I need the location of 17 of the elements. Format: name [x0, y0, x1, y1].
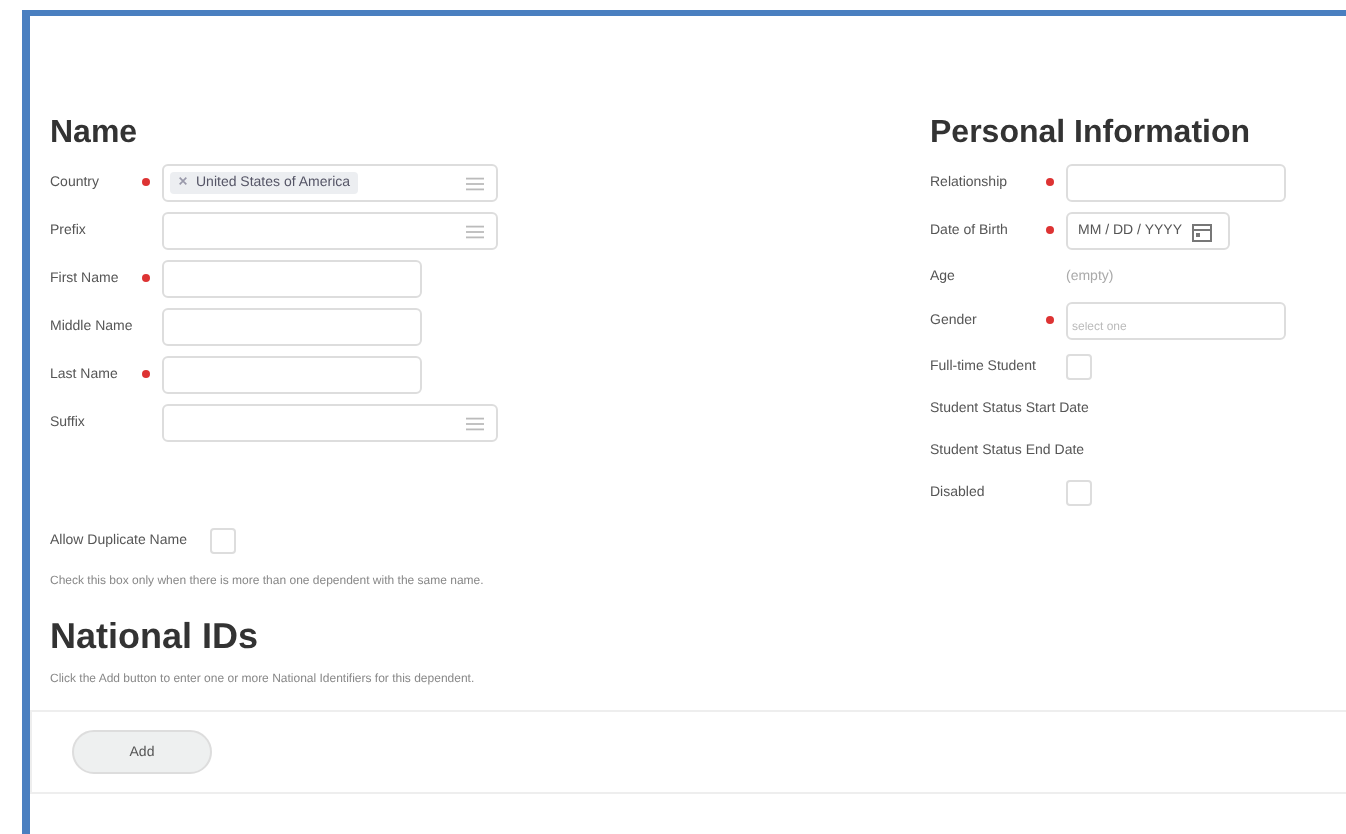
checkbox[interactable] [1066, 479, 1092, 505]
input-field[interactable] [162, 260, 422, 298]
input-field[interactable] [1066, 164, 1286, 202]
checkbox[interactable] [1066, 353, 1092, 379]
calendar-icon[interactable] [1192, 221, 1212, 241]
checkbox[interactable] [210, 528, 237, 554]
input-field[interactable] [162, 308, 422, 346]
section-heading: Personal Information [930, 116, 1253, 152]
list-icon[interactable] [466, 223, 484, 239]
input-field[interactable] [162, 356, 422, 394]
select-field[interactable] [162, 404, 498, 442]
remove-icon[interactable] [178, 176, 188, 186]
list-icon[interactable] [466, 415, 484, 431]
select-field[interactable] [162, 212, 498, 250]
section-heading: Name [50, 116, 140, 152]
section-heading: National IDs [50, 616, 261, 658]
list-icon[interactable] [466, 175, 484, 191]
